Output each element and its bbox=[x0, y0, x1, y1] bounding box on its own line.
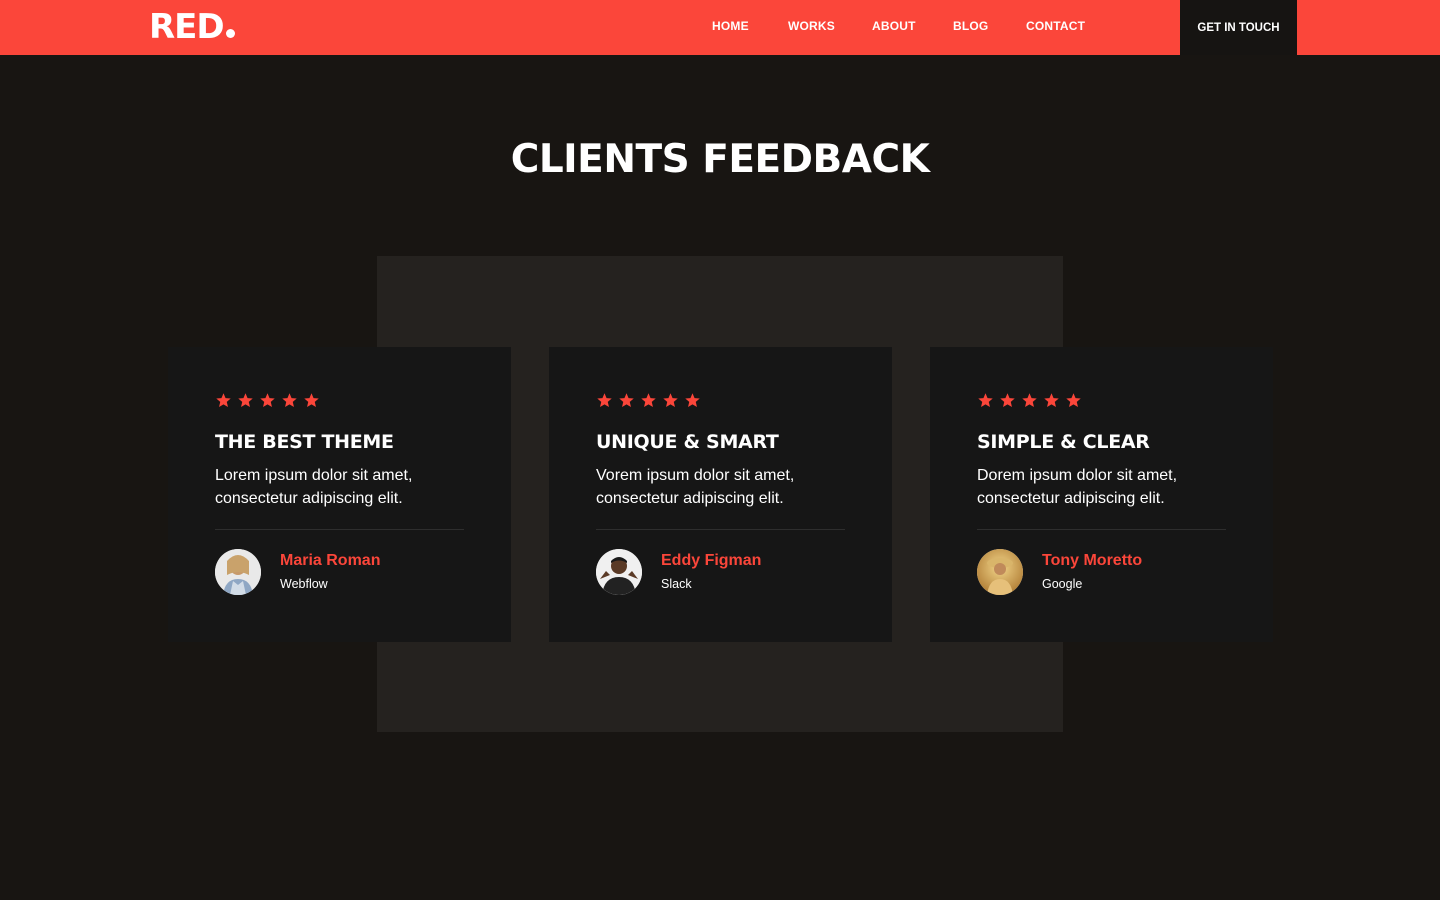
card-title: SIMPLE & CLEAR bbox=[977, 431, 1150, 453]
nav-link-blog[interactable]: BLOG bbox=[953, 19, 988, 33]
star-icon bbox=[685, 393, 700, 408]
rating-stars bbox=[977, 392, 1082, 409]
testimonial-card: SIMPLE & CLEAR Dorem ipsum dolor sit ame… bbox=[930, 347, 1273, 642]
card-text: Vorem ipsum dolor sit amet, consectetur … bbox=[596, 467, 795, 507]
star-icon bbox=[978, 393, 993, 408]
card-divider bbox=[215, 529, 464, 530]
card-title: UNIQUE & SMART bbox=[596, 431, 779, 453]
avatar bbox=[215, 549, 261, 595]
get-in-touch-button[interactable]: GET IN TOUCH bbox=[1180, 0, 1297, 55]
navbar: RED HOME WORKS ABOUT BLOG CONTACT GET IN… bbox=[0, 0, 1440, 55]
rating-stars bbox=[596, 392, 701, 409]
nav-link-about[interactable]: ABOUT bbox=[872, 19, 916, 33]
card-title: THE BEST THEME bbox=[215, 431, 394, 453]
rating-stars bbox=[215, 392, 320, 409]
star-icon bbox=[597, 393, 612, 408]
star-icon bbox=[641, 393, 656, 408]
card-divider bbox=[977, 529, 1226, 530]
author-name[interactable]: Tony Moretto bbox=[1042, 552, 1142, 570]
star-icon bbox=[619, 393, 634, 408]
star-icon bbox=[663, 393, 678, 408]
nav-link-works[interactable]: WORKS bbox=[788, 19, 835, 33]
author-name[interactable]: Eddy Figman bbox=[661, 552, 761, 570]
card-text: Dorem ipsum dolor sit amet, consectetur … bbox=[977, 467, 1178, 507]
logo[interactable]: RED bbox=[149, 9, 235, 45]
star-icon bbox=[1022, 393, 1037, 408]
author-company: Webflow bbox=[280, 577, 328, 591]
section-title: CLIENTS FEEDBACK bbox=[510, 137, 930, 182]
avatar bbox=[596, 549, 642, 595]
author-company: Slack bbox=[661, 577, 692, 591]
logo-dot bbox=[225, 29, 235, 38]
star-icon bbox=[282, 393, 297, 408]
logo-text: RED bbox=[149, 7, 225, 47]
star-icon bbox=[1000, 393, 1015, 408]
card-divider bbox=[596, 529, 845, 530]
star-icon bbox=[238, 393, 253, 408]
testimonial-card: UNIQUE & SMART Vorem ipsum dolor sit ame… bbox=[549, 347, 892, 642]
star-icon bbox=[1066, 393, 1081, 408]
star-icon bbox=[1044, 393, 1059, 408]
card-text: Lorem ipsum dolor sit amet, consectetur … bbox=[215, 467, 413, 507]
author-company: Google bbox=[1042, 577, 1083, 591]
testimonial-card: THE BEST THEME Lorem ipsum dolor sit ame… bbox=[168, 347, 511, 642]
star-icon bbox=[304, 393, 319, 408]
avatar bbox=[977, 549, 1023, 595]
nav-link-home[interactable]: HOME bbox=[712, 19, 749, 33]
author-name[interactable]: Maria Roman bbox=[280, 552, 380, 570]
star-icon bbox=[260, 393, 275, 408]
nav-link-contact[interactable]: CONTACT bbox=[1026, 19, 1085, 33]
star-icon bbox=[216, 393, 231, 408]
